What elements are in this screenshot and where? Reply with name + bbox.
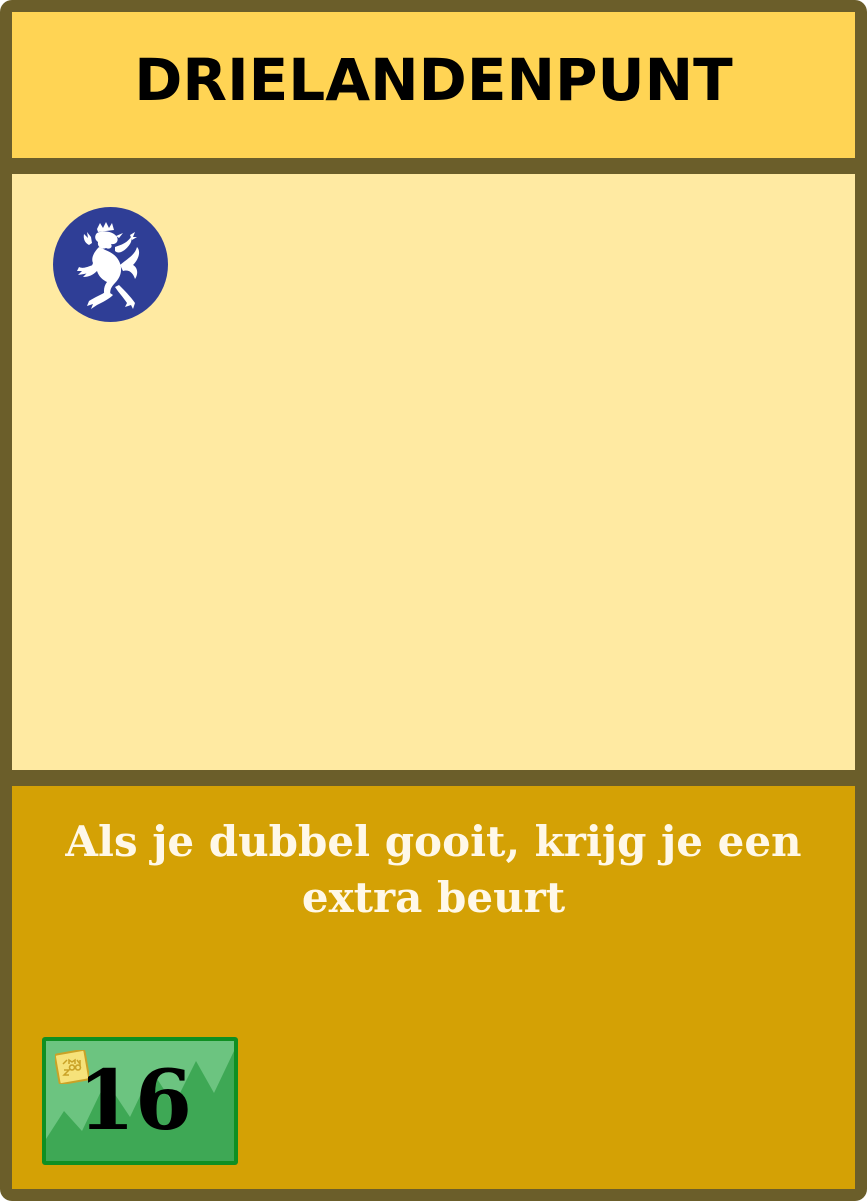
price-badge: 16 — [42, 1037, 238, 1165]
property-card: DRIELANDENPUNT Als je dubbel gooit, krij… — [0, 0, 867, 1201]
image-area — [12, 174, 855, 770]
card-title: DRIELANDENPUNT — [134, 46, 733, 114]
price-value: 16 — [77, 1053, 193, 1149]
title-bar: DRIELANDENPUNT — [12, 12, 855, 158]
rule-text: Als je dubbel gooit, krijg je een extra … — [65, 817, 802, 922]
rule-text-area: Als je dubbel gooit, krijg je een extra … — [12, 786, 855, 1189]
lion-rampant-icon — [53, 207, 168, 322]
